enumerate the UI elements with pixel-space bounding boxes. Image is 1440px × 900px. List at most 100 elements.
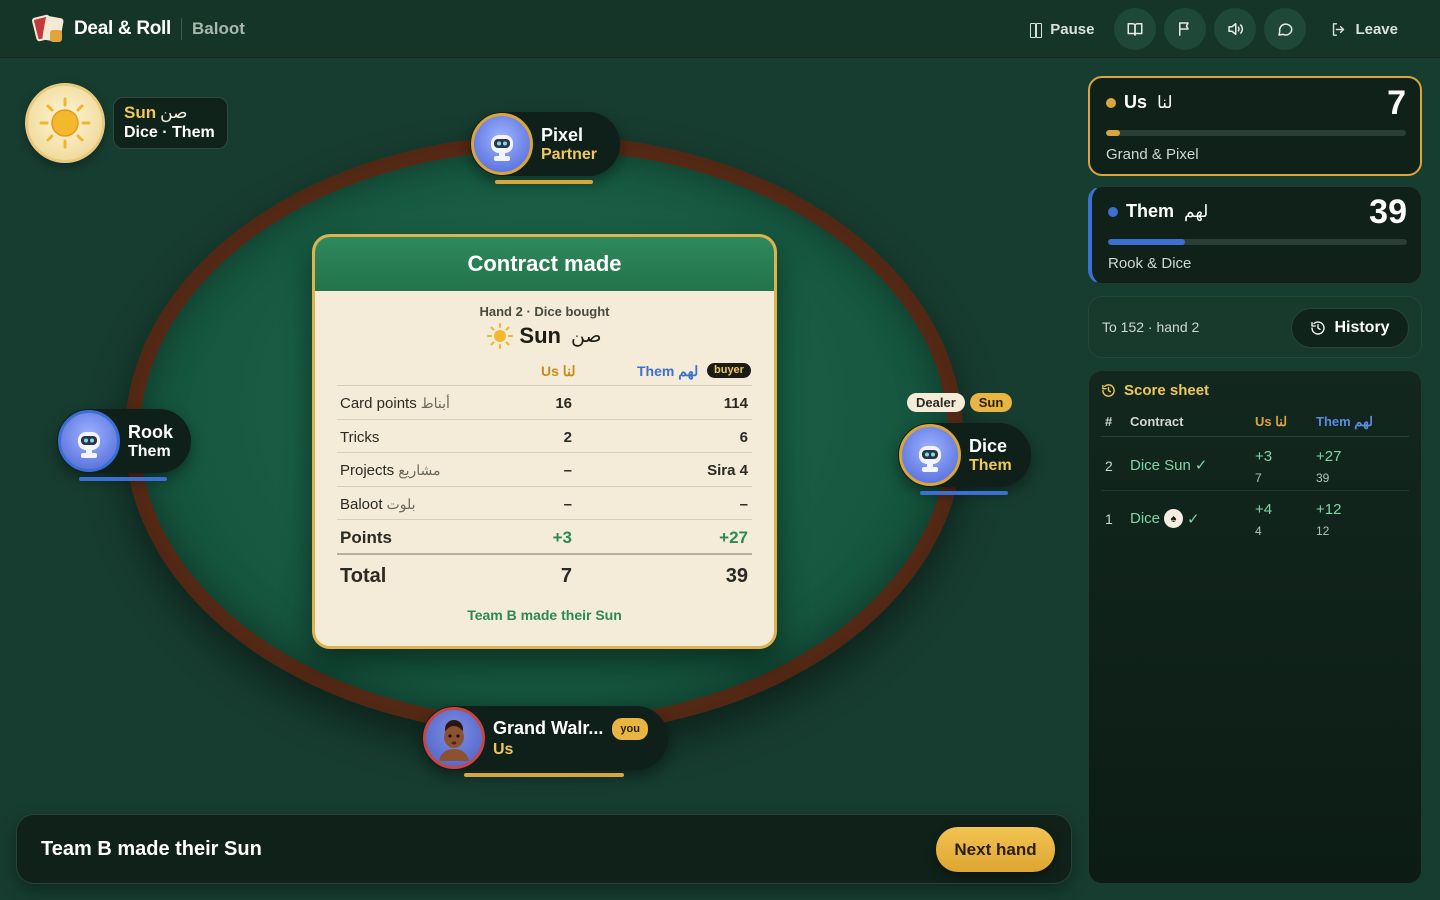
history-icon — [1102, 384, 1115, 397]
row-us: – — [563, 462, 572, 479]
player-seat-left[interactable]: Rook Them — [57, 409, 191, 473]
player-team: Partner — [541, 145, 598, 163]
us-total: 4 — [1255, 524, 1262, 538]
sun-icon — [25, 83, 105, 163]
row-them: 114 — [723, 395, 748, 412]
result-subtitle: Hand 2 · Dice bought — [479, 304, 610, 319]
result-title: Contract made — [467, 251, 622, 276]
result-row: Tricks 2 6 — [337, 418, 752, 453]
flag-icon — [1179, 22, 1190, 36]
result-table-header: Us لنا Them لهم buyer — [337, 355, 752, 385]
row-label: Card points — [340, 395, 417, 412]
turn-indicator — [920, 491, 1008, 495]
contract-owner: Dice · Them — [124, 124, 215, 141]
team-dot — [1108, 206, 1118, 217]
score-sheet: Score sheet # Contract Us لنا Them لهم 2… — [1088, 370, 1422, 884]
player-seat-bottom[interactable]: Grand Walr... you Us — [422, 706, 668, 770]
them-delta: +12 — [1316, 501, 1342, 518]
points-them: +27 — [719, 528, 748, 547]
result-header: Contract made — [315, 237, 774, 291]
top-bar: Deal & Roll Baloot Pause Leave — [0, 0, 1440, 58]
points-label: Points — [340, 528, 392, 547]
player-name: Dice — [969, 435, 1008, 456]
header-us: Us لنا — [1255, 414, 1288, 429]
check-icon: ✓ — [1194, 457, 1208, 474]
game-name: Baloot — [192, 18, 245, 38]
us-delta: +4 — [1255, 501, 1273, 518]
team-title-ar: لنا — [1157, 92, 1173, 112]
top-actions: Pause Leave — [1018, 0, 1408, 58]
sound-button[interactable] — [1214, 8, 1257, 50]
turn-indicator — [79, 477, 167, 481]
history-button[interactable]: History — [1291, 308, 1409, 348]
us-delta: +3 — [1255, 448, 1273, 465]
header-them: Them لهم — [1316, 414, 1373, 429]
brand-name: Deal & Roll — [74, 17, 171, 39]
total-them: 39 — [725, 564, 748, 587]
history-label: History — [1334, 319, 1390, 336]
team-dot — [1106, 97, 1116, 108]
pause-button[interactable]: Pause — [1018, 9, 1106, 49]
chat-button[interactable] — [1264, 8, 1307, 50]
score-sheet-title: Score sheet — [1124, 382, 1210, 399]
hand-number: 2 — [1105, 458, 1113, 474]
team-title: Us — [1124, 92, 1148, 112]
team-score: 7 — [1387, 84, 1406, 122]
total-us: 7 — [560, 564, 572, 587]
rules-button[interactable] — [1114, 8, 1157, 50]
seat-tags: Dealer Sun — [907, 393, 1013, 412]
player-team: Them — [969, 456, 1012, 474]
points-us: +3 — [552, 528, 572, 547]
row-them: 6 — [739, 428, 748, 446]
row-us: – — [563, 495, 572, 513]
header-num: # — [1105, 414, 1113, 429]
row-us: 2 — [563, 428, 572, 446]
buyer-badge: buyer — [707, 363, 751, 378]
player-team: Them — [128, 442, 171, 460]
contract-badge: Sun صن Dice · Them — [25, 83, 228, 163]
player-name: Rook — [128, 421, 173, 442]
player-team: Us — [493, 740, 514, 758]
player-name: Grand Walr... — [493, 717, 604, 738]
result-contract-name-ar: صن — [570, 325, 602, 347]
them-delta: +27 — [1316, 448, 1342, 465]
result-contract-name: Sun — [519, 323, 561, 348]
leave-button[interactable]: Leave — [1314, 9, 1408, 49]
turn-indicator — [464, 773, 624, 777]
total-row: Total 7 39 — [337, 552, 752, 597]
pause-label: Pause — [1050, 20, 1095, 38]
score-sheet-row[interactable]: 1 Dice ♠ ✓ +4 4 +12 12 — [1101, 492, 1409, 544]
us-total: 7 — [1255, 471, 1262, 485]
robot-avatar-icon — [899, 424, 961, 486]
result-contract: Sun صن — [315, 323, 774, 349]
exit-icon — [1333, 22, 1345, 36]
row-label: Baloot — [340, 495, 383, 513]
col-us: Us لنا — [541, 363, 576, 379]
brand-divider — [181, 17, 182, 40]
player-name: Pixel — [541, 124, 584, 145]
team-members: Rook & Dice — [1108, 255, 1192, 272]
result-table: Card points أبناط 16 114 Tricks 2 6 Proje… — [337, 385, 752, 597]
player-seat-top[interactable]: Pixel Partner — [470, 112, 620, 176]
row-label-ar: أبناط — [420, 395, 450, 411]
result-row: Baloot بلوت – – — [337, 485, 752, 520]
next-hand-button[interactable]: Next hand — [936, 827, 1055, 872]
total-label: Total — [340, 564, 387, 587]
leave-label: Leave — [1355, 20, 1398, 38]
pause-icon — [1030, 22, 1043, 38]
cards-dice-logo-icon — [31, 13, 66, 44]
row-label: Tricks — [340, 428, 380, 446]
points-row: Points +3 +27 — [337, 519, 752, 553]
team-title-ar: لهم — [1184, 201, 1209, 221]
team-progress-fill — [1106, 130, 1120, 136]
report-button[interactable] — [1164, 8, 1207, 50]
them-total: 12 — [1316, 524, 1330, 538]
team-progress-bar — [1106, 130, 1406, 136]
hand-number: 1 — [1105, 511, 1113, 527]
hand-result-card: Contract made Hand 2 · Dice bought Sun ص… — [312, 234, 777, 649]
row-them: – — [739, 495, 748, 513]
sound-icon — [1228, 23, 1244, 35]
team-progress-fill — [1108, 239, 1185, 245]
player-seat-right[interactable]: Dice Them — [898, 423, 1031, 487]
score-sheet-row[interactable]: 2 Dice Sun ✓ +3 7 +27 39 — [1101, 439, 1409, 491]
